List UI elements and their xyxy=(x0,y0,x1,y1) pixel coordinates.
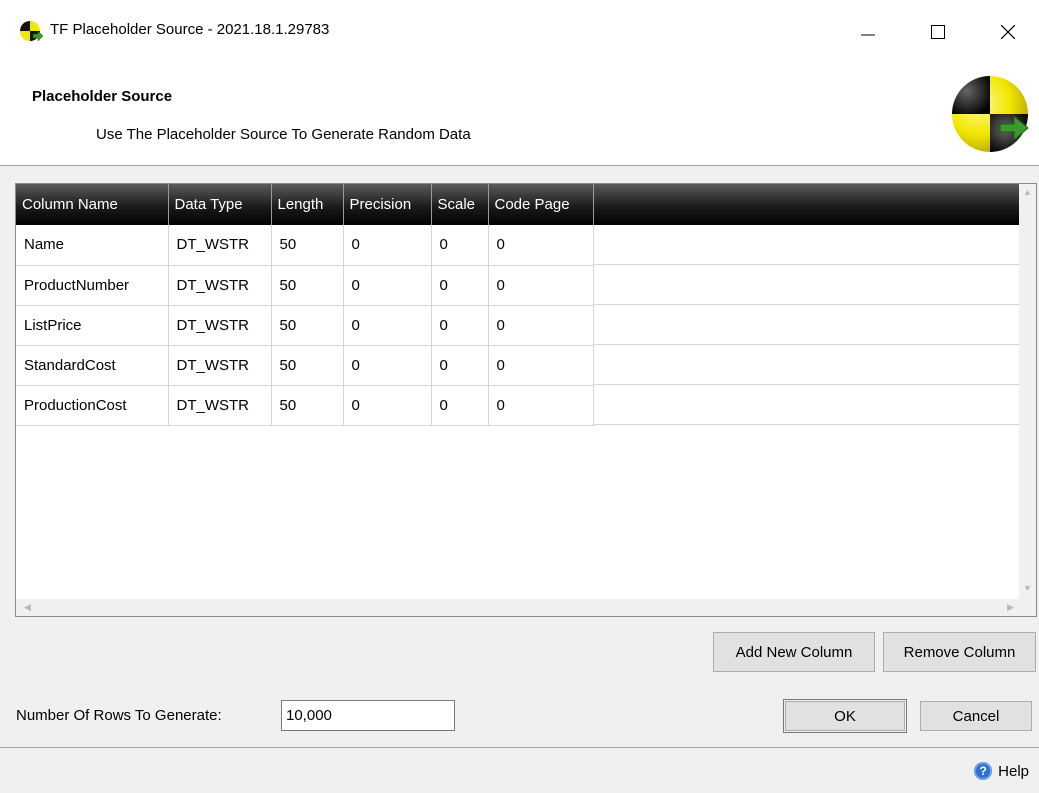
cell-column-name[interactable]: Name xyxy=(16,225,169,266)
column-header-name[interactable]: Column Name xyxy=(16,184,169,225)
cell-scale[interactable]: 0 xyxy=(431,385,489,426)
help-icon: ? xyxy=(974,762,993,780)
grid-header-row: Column Name Data Type Length Precision S… xyxy=(16,184,594,225)
row-filler xyxy=(593,305,1021,345)
dialog-window: TF Placeholder Source - 2021.18.1.29783 … xyxy=(0,0,1039,793)
columns-grid[interactable]: Column Name Data Type Length Precision S… xyxy=(15,183,1037,617)
cell-code-page[interactable]: 0 xyxy=(488,265,594,306)
table-row[interactable]: ListPrice DT_WSTR 50 0 0 0 xyxy=(16,305,594,346)
minimize-icon xyxy=(861,34,875,36)
header-panel: Placeholder Source Use The Placeholder S… xyxy=(0,64,1039,166)
cell-precision[interactable]: 0 xyxy=(343,265,432,306)
table-row[interactable]: Name DT_WSTR 50 0 0 0 xyxy=(16,225,594,266)
cell-precision[interactable]: 0 xyxy=(343,345,432,386)
help-link[interactable]: ? Help xyxy=(974,762,1029,780)
rows-to-generate-label: Number Of Rows To Generate: xyxy=(16,707,222,724)
cell-code-page[interactable]: 0 xyxy=(488,385,594,426)
cell-length[interactable]: 50 xyxy=(271,305,344,346)
cell-code-page[interactable]: 0 xyxy=(488,225,594,266)
cell-column-name[interactable]: StandardCost xyxy=(16,345,169,386)
column-header-code-page[interactable]: Code Page xyxy=(488,184,594,225)
add-new-column-button[interactable]: Add New Column xyxy=(713,632,875,672)
columns-table: Column Name Data Type Length Precision S… xyxy=(16,184,594,426)
cell-precision[interactable]: 0 xyxy=(343,305,432,346)
cell-code-page[interactable]: 0 xyxy=(488,305,594,346)
vertical-scrollbar[interactable]: ▲ ▼ xyxy=(1019,184,1036,599)
column-header-data-type[interactable]: Data Type xyxy=(168,184,272,225)
column-header-scale[interactable]: Scale xyxy=(431,184,489,225)
cell-data-type[interactable]: DT_WSTR xyxy=(168,265,272,306)
cell-length[interactable]: 50 xyxy=(271,385,344,426)
ok-button[interactable]: OK xyxy=(783,699,907,733)
cell-data-type[interactable]: DT_WSTR xyxy=(168,345,272,386)
cell-code-page[interactable]: 0 xyxy=(488,345,594,386)
cell-column-name[interactable]: ListPrice xyxy=(16,305,169,346)
row-filler xyxy=(593,385,1021,425)
title-bar[interactable]: TF Placeholder Source - 2021.18.1.29783 xyxy=(0,0,1039,64)
cell-length[interactable]: 50 xyxy=(271,265,344,306)
close-button[interactable] xyxy=(985,0,1031,64)
remove-column-button[interactable]: Remove Column xyxy=(883,632,1036,672)
scrollbar-corner xyxy=(1019,599,1036,616)
cell-column-name[interactable]: ProductionCost xyxy=(16,385,169,426)
cell-precision[interactable]: 0 xyxy=(343,225,432,266)
cell-data-type[interactable]: DT_WSTR xyxy=(168,385,272,426)
cell-length[interactable]: 50 xyxy=(271,225,344,266)
cell-scale[interactable]: 0 xyxy=(431,345,489,386)
cell-scale[interactable]: 0 xyxy=(431,265,489,306)
window-title: TF Placeholder Source - 2021.18.1.29783 xyxy=(50,21,330,38)
cell-precision[interactable]: 0 xyxy=(343,385,432,426)
scroll-left-icon[interactable]: ◀ xyxy=(24,603,31,612)
task-factory-logo xyxy=(952,76,1029,152)
maximize-icon xyxy=(931,25,945,39)
scroll-right-icon[interactable]: ▶ xyxy=(1007,603,1014,612)
minimize-button[interactable] xyxy=(845,0,891,64)
cell-scale[interactable]: 0 xyxy=(431,305,489,346)
grid-header-filler xyxy=(593,184,1021,225)
row-filler xyxy=(593,225,1021,265)
task-factory-icon xyxy=(20,21,43,42)
page-title: Placeholder Source xyxy=(32,88,173,105)
cell-scale[interactable]: 0 xyxy=(431,225,489,266)
table-row[interactable]: StandardCost DT_WSTR 50 0 0 0 xyxy=(16,345,594,386)
table-row[interactable]: ProductNumber DT_WSTR 50 0 0 0 xyxy=(16,265,594,306)
scroll-down-icon[interactable]: ▼ xyxy=(1023,584,1032,593)
maximize-button[interactable] xyxy=(915,0,961,64)
cell-length[interactable]: 50 xyxy=(271,345,344,386)
help-label: Help xyxy=(998,762,1029,780)
rows-to-generate-input[interactable] xyxy=(281,700,455,731)
close-icon xyxy=(1001,25,1015,39)
table-row[interactable]: ProductionCost DT_WSTR 50 0 0 0 xyxy=(16,385,594,426)
cell-data-type[interactable]: DT_WSTR xyxy=(168,305,272,346)
row-filler xyxy=(593,345,1021,385)
page-subtitle: Use The Placeholder Source To Generate R… xyxy=(96,126,471,143)
scroll-up-icon[interactable]: ▲ xyxy=(1023,188,1032,197)
horizontal-scrollbar[interactable]: ◀ ▶ xyxy=(16,599,1020,616)
column-header-length[interactable]: Length xyxy=(271,184,344,225)
cancel-button[interactable]: Cancel xyxy=(920,701,1032,731)
cell-data-type[interactable]: DT_WSTR xyxy=(168,225,272,266)
footer-bar: ? Help xyxy=(0,747,1039,793)
row-filler xyxy=(593,265,1021,305)
cell-column-name[interactable]: ProductNumber xyxy=(16,265,169,306)
column-header-precision[interactable]: Precision xyxy=(343,184,432,225)
